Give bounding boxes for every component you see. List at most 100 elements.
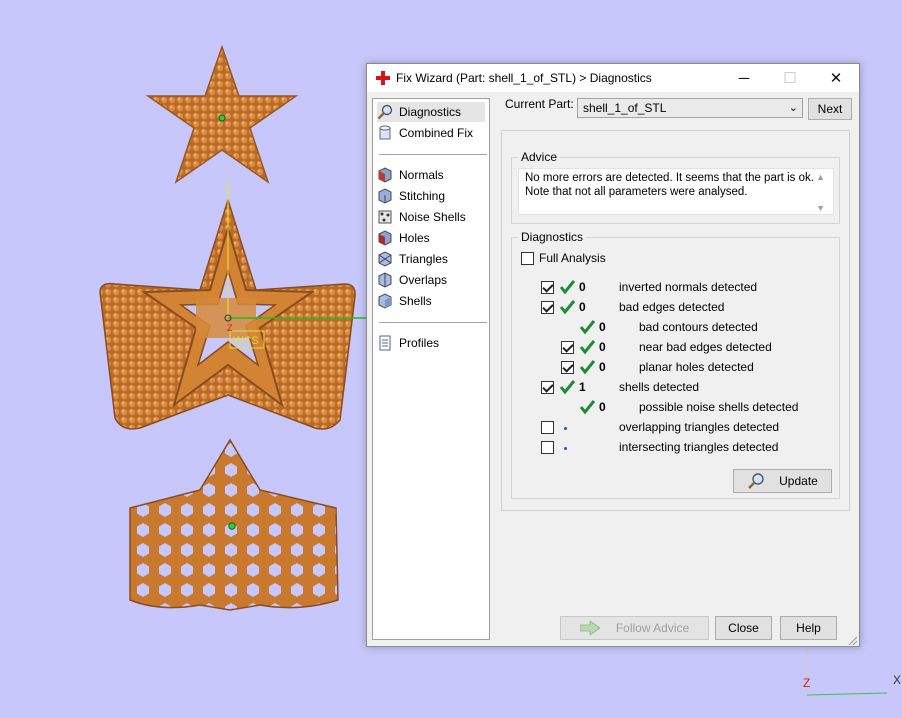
help-button[interactable]: Help — [780, 616, 837, 640]
nav-item-label: Stitching — [399, 189, 446, 203]
diagnostics-group: Diagnostics Full Analysis 0 inverted nor… — [511, 230, 840, 499]
document-icon — [377, 335, 393, 351]
content-frame: Advice No more errors are detected. It s… — [501, 130, 850, 511]
advice-line-2: Note that not all parameters were analys… — [525, 186, 748, 198]
inverted-normals-label: inverted normals detected — [619, 280, 758, 294]
intersecting-triangles-checkbox[interactable] — [541, 441, 554, 454]
near-bad-edges-label: near bad edges detected — [639, 340, 772, 354]
overlapping-triangles-checkbox[interactable] — [541, 421, 554, 434]
inverted-normals-count: 0 — [579, 280, 586, 294]
bad-contours-count: 0 — [599, 320, 606, 334]
update-label: Update — [779, 474, 818, 488]
check-mark-icon — [579, 319, 596, 335]
nav-item-overlaps[interactable]: Overlaps — [377, 270, 447, 290]
normals-cube-icon — [377, 167, 393, 183]
bad-edges-count: 0 — [579, 300, 586, 314]
pending-dot-icon — [564, 427, 567, 430]
nav-item-label: Profiles — [399, 336, 440, 350]
planar-holes-checkbox[interactable] — [561, 361, 574, 374]
close-button[interactable]: Close — [715, 616, 772, 640]
scroll-down-icon[interactable]: ▼ — [816, 201, 825, 215]
follow-advice-button[interactable]: Follow Advice — [560, 616, 709, 640]
nav-item-triangles[interactable]: Triangles — [377, 249, 448, 269]
noise-shells-count: 0 — [599, 400, 606, 414]
check-mark-icon — [559, 379, 576, 395]
shells-checkbox[interactable] — [541, 381, 554, 394]
check-mark-icon — [579, 399, 596, 415]
nav-item-noise-shells[interactable]: Noise Shells — [377, 207, 466, 227]
check-mark-icon — [559, 299, 576, 315]
nav-item-profiles[interactable]: Profiles — [377, 333, 439, 353]
check-mark-icon — [579, 359, 596, 375]
advice-group: Advice No more errors are detected. It s… — [511, 150, 840, 224]
bad-edges-label: bad edges detected — [619, 300, 725, 314]
nav-item-combined-fix[interactable]: Combined Fix — [377, 123, 473, 143]
follow-advice-label: Follow Advice — [615, 621, 690, 635]
bad-edges-checkbox[interactable] — [541, 301, 554, 314]
axis-z-label: Z — [803, 676, 811, 690]
shells-count: 1 — [579, 380, 586, 394]
fix-wizard-dialog: Fix Wizard (Part: shell_1_of_STL) > Diag… — [366, 63, 860, 647]
current-part-select[interactable]: shell_1_of_STL ⌄ — [577, 98, 803, 118]
nav-separator — [379, 154, 487, 155]
planar-holes-label: planar holes detected — [639, 360, 754, 374]
nav-item-label: Overlaps — [399, 273, 448, 287]
nav-item-diagnostics[interactable]: Diagnostics — [377, 102, 485, 122]
full-analysis-checkbox[interactable] — [521, 252, 534, 265]
close-window-button[interactable]: ✕ — [813, 64, 859, 92]
noise-shells-icon — [377, 209, 393, 225]
nav-item-label: Noise Shells — [399, 210, 466, 224]
magnifier-icon — [747, 472, 765, 490]
window-title: Fix Wizard (Part: shell_1_of_STL) > Diag… — [396, 71, 652, 85]
z-axis-label-small: Z — [227, 323, 233, 333]
nav-separator — [379, 322, 487, 323]
check-mark-icon — [559, 279, 576, 295]
overlaps-cube-icon — [377, 272, 393, 288]
title-bar[interactable]: Fix Wizard (Part: shell_1_of_STL) > Diag… — [367, 64, 859, 92]
cylinder-icon — [377, 125, 393, 141]
nav-item-stitching[interactable]: Stitching — [377, 186, 445, 206]
resize-grip-icon[interactable] — [847, 634, 858, 646]
current-part-label: Current Part: — [505, 97, 574, 111]
wizard-nav: Diagnostics Combined Fix Normals Stitchi… — [372, 98, 490, 640]
scroll-up-icon[interactable]: ▲ — [816, 170, 825, 184]
nav-item-label: Normals — [399, 168, 444, 182]
nav-item-normals[interactable]: Normals — [377, 165, 444, 185]
diagnostics-title: Diagnostics — [518, 230, 587, 244]
overlapping-triangles-label: overlapping triangles detected — [619, 420, 780, 434]
wcs-label: WCS — [233, 335, 259, 347]
planar-holes-count: 0 — [599, 360, 606, 374]
near-bad-edges-checkbox[interactable] — [561, 341, 574, 354]
minimize-button[interactable]: ─ — [721, 64, 767, 92]
holes-cube-icon — [377, 230, 393, 246]
advice-text-box: No more errors are detected. It seems th… — [518, 168, 834, 215]
full-analysis-label: Full Analysis — [539, 251, 606, 265]
shells-label: shells detected — [619, 380, 700, 394]
noise-shells-label: possible noise shells detected — [639, 400, 799, 414]
update-button[interactable]: Update — [733, 469, 832, 493]
current-part-value: shell_1_of_STL — [583, 101, 667, 115]
red-cross-icon — [376, 71, 390, 85]
nav-item-label: Combined Fix — [399, 126, 474, 140]
maximize-button[interactable]: ☐ — [767, 64, 813, 92]
nav-item-shells[interactable]: Shells — [377, 291, 432, 311]
intersecting-triangles-label: intersecting triangles detected — [619, 440, 779, 454]
arrow-right-icon — [579, 621, 600, 635]
inverted-normals-checkbox[interactable] — [541, 281, 554, 294]
advice-line-1: No more errors are detected. It seems th… — [525, 172, 814, 184]
axis-x-label: X — [893, 673, 902, 687]
pending-dot-icon — [564, 447, 567, 450]
bad-contours-label: bad contours detected — [639, 320, 758, 334]
stitching-cube-icon — [377, 188, 393, 204]
nav-item-holes[interactable]: Holes — [377, 228, 430, 248]
next-button[interactable]: Next — [808, 98, 852, 120]
advice-title: Advice — [518, 150, 561, 164]
nav-item-label: Triangles — [399, 252, 448, 266]
near-bad-edges-count: 0 — [599, 340, 606, 354]
nav-item-label: Shells — [399, 294, 432, 308]
triangles-icon — [377, 251, 393, 267]
check-mark-icon — [579, 339, 596, 355]
magnifier-icon — [377, 104, 393, 120]
nav-item-label: Holes — [399, 231, 430, 245]
chevron-down-icon: ⌄ — [788, 102, 798, 114]
